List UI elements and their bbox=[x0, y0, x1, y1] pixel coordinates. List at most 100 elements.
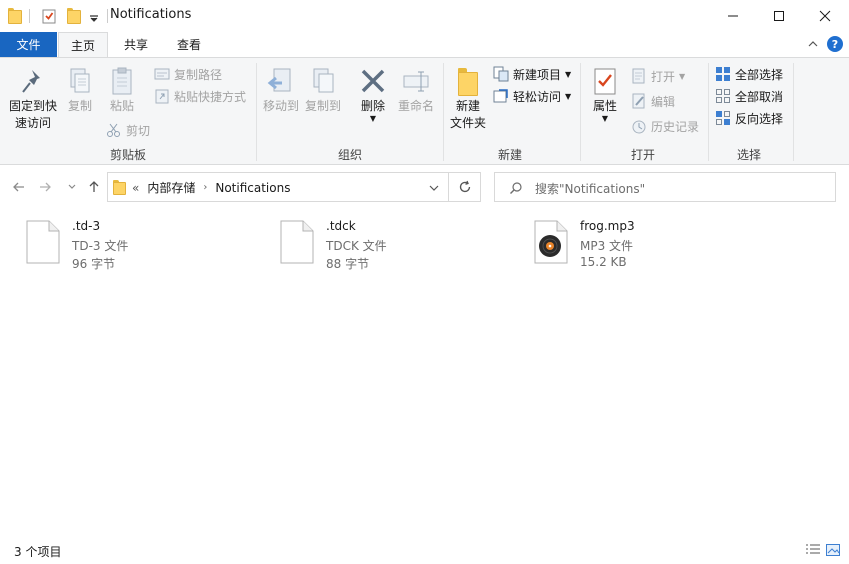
tab-home[interactable]: 主页 bbox=[58, 32, 108, 57]
help-icon[interactable]: ? bbox=[827, 36, 843, 52]
copy-to-icon bbox=[308, 66, 338, 98]
new-item-dropdown-icon[interactable]: ▼ bbox=[565, 70, 571, 79]
open-group-label: 打开 bbox=[630, 148, 655, 162]
open-button[interactable]: 打开 ▼ bbox=[631, 66, 685, 86]
cut-button[interactable]: 剪切 bbox=[106, 120, 150, 140]
scissors-icon bbox=[106, 122, 122, 138]
copy-to-button[interactable]: 复制到 bbox=[302, 66, 344, 115]
move-to-label: 移动到 bbox=[262, 99, 299, 113]
new-folder-icon bbox=[458, 68, 478, 96]
forward-button[interactable] bbox=[34, 172, 56, 202]
move-to-button[interactable]: 移动到 bbox=[260, 66, 302, 115]
details-view-icon[interactable] bbox=[805, 543, 821, 557]
rename-label: 重命名 bbox=[397, 99, 434, 113]
file-type: TDCK 文件 bbox=[326, 239, 387, 253]
breadcrumb-separator-icon[interactable]: › bbox=[203, 182, 207, 193]
up-arrow-icon bbox=[89, 181, 99, 192]
paste-shortcut-button[interactable]: 粘贴快捷方式 bbox=[154, 86, 246, 106]
delete-dropdown-icon[interactable]: ▼ bbox=[370, 115, 376, 123]
search-box[interactable]: 搜索"Notifications" bbox=[494, 172, 836, 202]
close-icon bbox=[819, 10, 831, 21]
blank-document-icon bbox=[26, 220, 60, 267]
window-title: Notifications bbox=[110, 7, 192, 22]
refresh-icon bbox=[459, 180, 470, 193]
copy-path-icon bbox=[154, 67, 170, 81]
breadcrumb-item-notifications[interactable]: Notifications bbox=[215, 181, 290, 195]
large-icons-view-icon[interactable] bbox=[825, 543, 841, 557]
qat-divider bbox=[107, 9, 108, 23]
expand-ribbon-chevron-icon[interactable] bbox=[807, 38, 819, 50]
easy-access-icon bbox=[493, 88, 509, 104]
tab-file[interactable]: 文件 bbox=[0, 32, 57, 57]
history-label: 历史记录 bbox=[651, 119, 700, 134]
select-none-button[interactable]: 全部取消 bbox=[715, 86, 783, 106]
history-icon bbox=[631, 118, 647, 134]
breadcrumb-item-internal-storage[interactable]: 内部存储 bbox=[147, 179, 195, 196]
copy-to-label: 复制到 bbox=[304, 99, 341, 113]
delete-label: 删除 bbox=[360, 99, 385, 113]
blank-document-icon bbox=[280, 220, 314, 267]
tab-share[interactable]: 共享 bbox=[112, 32, 160, 57]
file-item[interactable]: .tdck TDCK 文件 88 字节 bbox=[280, 216, 520, 272]
tab-view[interactable]: 查看 bbox=[164, 32, 214, 57]
address-bar[interactable]: « 内部存储 › Notifications bbox=[107, 172, 449, 202]
select-group-label: 选择 bbox=[736, 148, 761, 162]
group-divider bbox=[580, 63, 581, 161]
recent-locations-button[interactable] bbox=[64, 172, 80, 202]
properties-checkmark-icon[interactable] bbox=[41, 8, 57, 24]
customize-qat-chevron-icon[interactable] bbox=[89, 8, 99, 24]
music-disc-icon bbox=[534, 220, 568, 267]
select-all-button[interactable]: 全部选择 bbox=[715, 64, 783, 84]
address-history-chevron-icon[interactable] bbox=[428, 182, 440, 194]
search-placeholder: 搜索"Notifications" bbox=[535, 182, 646, 196]
edit-button[interactable]: 编辑 bbox=[631, 91, 675, 111]
paste-shortcut-icon bbox=[154, 88, 170, 104]
title-bar: Notifications bbox=[0, 0, 849, 31]
up-button[interactable] bbox=[84, 172, 104, 202]
pin-label-line1: 固定到快 bbox=[8, 99, 57, 113]
file-type: TD-3 文件 bbox=[72, 239, 129, 253]
move-to-icon bbox=[266, 66, 296, 98]
easy-access-label: 轻松访问 bbox=[513, 89, 562, 104]
new-item-button[interactable]: 新建项目 ▼ bbox=[493, 64, 571, 84]
file-size: 15.2 KB bbox=[580, 255, 627, 269]
close-button[interactable] bbox=[802, 0, 848, 31]
back-button[interactable] bbox=[8, 172, 30, 202]
refresh-button[interactable] bbox=[449, 172, 481, 202]
easy-access-button[interactable]: 轻松访问 ▼ bbox=[493, 86, 571, 106]
copy-button[interactable]: 复制 bbox=[64, 66, 96, 115]
delete-x-icon bbox=[358, 66, 388, 98]
minimize-button[interactable] bbox=[710, 0, 756, 31]
open-dropdown-icon[interactable]: ▼ bbox=[679, 72, 685, 81]
new-folder-label-line1: 新建 bbox=[455, 99, 480, 113]
qat-divider bbox=[29, 9, 30, 23]
back-arrow-icon bbox=[13, 182, 24, 192]
rename-button[interactable]: 重命名 bbox=[396, 66, 436, 115]
pin-icon bbox=[18, 66, 48, 98]
properties-button[interactable]: 属性 ▼ bbox=[588, 66, 622, 123]
pin-label-line2: 速访问 bbox=[14, 116, 51, 130]
new-folder-button[interactable]: 新建 文件夹 bbox=[448, 66, 488, 132]
file-item[interactable]: frog.mp3 MP3 文件 15.2 KB bbox=[534, 216, 774, 272]
invert-selection-button[interactable]: 反向选择 bbox=[715, 108, 783, 128]
select-none-icon bbox=[715, 88, 731, 104]
file-item[interactable]: .td-3 TD-3 文件 96 字节 bbox=[26, 216, 266, 272]
history-button[interactable]: 历史记录 bbox=[631, 116, 699, 136]
clipboard-group-label: 剪贴板 bbox=[109, 148, 146, 162]
ribbon-tab-bar: 文件 主页 共享 查看 ? bbox=[0, 31, 849, 57]
group-divider bbox=[708, 63, 709, 161]
breadcrumb-overflow[interactable]: « bbox=[132, 181, 139, 195]
paste-button[interactable]: 粘贴 bbox=[104, 66, 140, 115]
properties-label: 属性 bbox=[592, 99, 617, 113]
delete-button[interactable]: 删除 ▼ bbox=[354, 66, 392, 123]
pin-to-quick-access-button[interactable]: 固定到快 速访问 bbox=[6, 66, 60, 132]
paste-label: 粘贴 bbox=[109, 99, 134, 113]
properties-dropdown-icon[interactable]: ▼ bbox=[602, 115, 608, 123]
copy-path-button[interactable]: 复制路径 bbox=[154, 64, 222, 84]
copy-icon bbox=[66, 66, 94, 98]
new-item-label: 新建项目 bbox=[513, 67, 562, 82]
easy-access-dropdown-icon[interactable]: ▼ bbox=[565, 92, 571, 101]
new-folder-icon[interactable] bbox=[67, 8, 81, 24]
maximize-button[interactable] bbox=[756, 0, 802, 31]
open-icon bbox=[631, 68, 647, 84]
